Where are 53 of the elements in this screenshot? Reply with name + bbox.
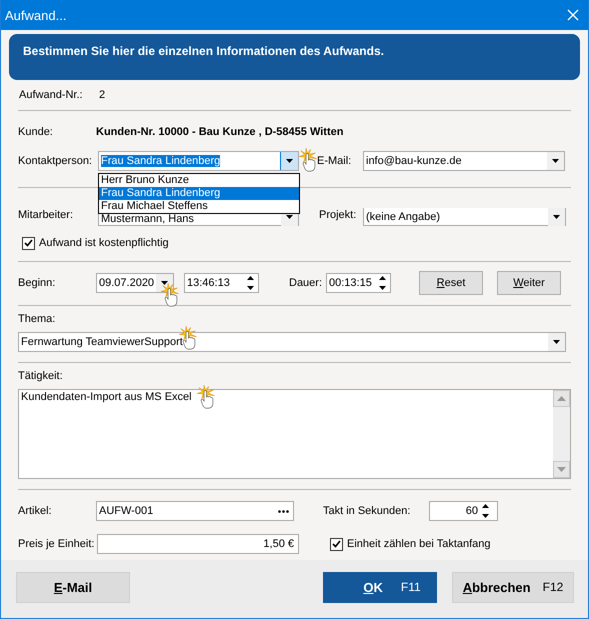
field-label: Takt in Sekunden:: [323, 505, 412, 517]
field-label: E-Mail:: [317, 155, 352, 167]
date-picker[interactable]: 09.07.2020: [96, 273, 174, 293]
dialog-button[interactable]: Abbrechen F12: [452, 572, 574, 602]
checkbox-label: Aufwand ist kostenpflichtig: [39, 237, 169, 249]
topic-dropdown[interactable]: Fernwartung TeamviewerSupport: [18, 332, 566, 352]
activity-text-area[interactable]: Kundendaten-Import aus MS Excel: [18, 389, 571, 479]
banner-text: Bestimmen Sie hier die einzelnen Informationen des Aufwands.: [23, 44, 384, 58]
field-label: Tätigkeit:: [18, 370, 63, 382]
spinner-arrows-icon: [379, 276, 386, 290]
field-label: Preis je Einheit:: [18, 538, 96, 550]
click-hand-icon: [197, 385, 217, 409]
click-hand-icon: [161, 283, 181, 307]
field-label: Kunde:: [18, 126, 54, 138]
dropdown-arrow-icon: [553, 340, 560, 344]
dropdown-option[interactable]: Herr Bruno Kunze: [99, 174, 299, 187]
expense-number: 2: [99, 89, 106, 101]
price-field[interactable]: 1,50 €: [97, 534, 299, 554]
dialog-button[interactable]: E-Mail: [16, 572, 130, 602]
article-field[interactable]: AUFW-001: [96, 501, 294, 521]
spinner-arrows-icon: [482, 504, 489, 518]
contact-dropdown[interactable]: Frau Sandra Lindenberg: [98, 151, 299, 171]
email-dropdown[interactable]: info@bau-kunze.de: [363, 151, 565, 171]
field-label: Kontaktperson:: [18, 155, 93, 167]
dropdown-arrow-icon: [161, 281, 168, 285]
field-label: Artikel:: [18, 505, 53, 517]
project-dropdown[interactable]: (keine Angabe): [363, 208, 566, 226]
field-label: Projekt:: [319, 209, 358, 221]
window-title: Aufwand...: [5, 8, 66, 22]
customer-info: Kunden-Nr. 10000 - Bau Kunze , D-58455 Witten: [96, 126, 344, 138]
checkbox[interactable]: [330, 538, 343, 550]
duration-spinner[interactable]: 00:13:15: [326, 273, 391, 293]
field-label: Beginn:: [18, 277, 56, 289]
dialog-button[interactable]: OK F11: [323, 572, 437, 602]
close-icon[interactable]: [567, 9, 579, 21]
checkbox-label: Einheit zählen bei Taktanfang: [347, 538, 491, 550]
ellipsis-icon[interactable]: [278, 510, 289, 512]
click-hand-icon: [299, 148, 319, 172]
time-spinner[interactable]: 13:46:13: [184, 273, 259, 293]
dropdown-option[interactable]: Frau Sandra Lindenberg: [99, 187, 299, 200]
spinner-arrows-icon: [247, 276, 254, 290]
checkbox[interactable]: [22, 236, 35, 250]
field-label: Dauer:: [289, 277, 324, 289]
action-button[interactable]: Weiter: [497, 271, 561, 295]
dropdown-arrow-icon: [553, 214, 560, 218]
dropdown-arrow-icon: [286, 159, 293, 163]
interval-spinner[interactable]: 60: [429, 501, 498, 521]
dropdown-arrow-icon: [552, 159, 559, 163]
scrollbar-drawing[interactable]: [553, 390, 570, 478]
field-label: Aufwand-Nr.:: [19, 89, 84, 101]
field-label: Mitarbeiter:: [18, 209, 74, 221]
field-label: Thema:: [18, 313, 56, 325]
action-button[interactable]: Reset: [419, 271, 483, 295]
